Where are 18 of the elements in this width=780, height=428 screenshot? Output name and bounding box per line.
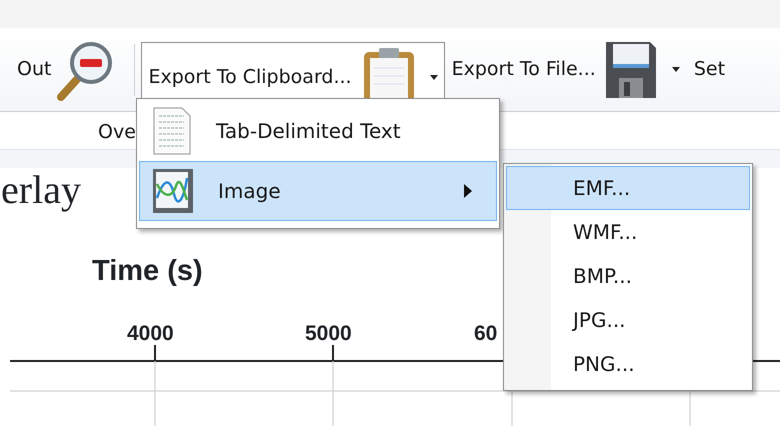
submenu-item[interactable]: PNG...	[506, 342, 750, 386]
menu-item[interactable]: Image	[139, 161, 497, 221]
tick-label: 4000	[127, 321, 174, 347]
submenu-item[interactable]: BMP...	[506, 254, 750, 298]
toolbar-button[interactable]: Out	[10, 36, 128, 104]
chart-image-icon	[152, 168, 194, 214]
floppy-icon	[604, 40, 658, 100]
group-label: Ove	[98, 120, 136, 145]
tick-label: 60	[474, 321, 498, 347]
submenu-item[interactable]: JPG...	[506, 298, 750, 342]
dropdown-button[interactable]: Export To File...	[444, 36, 687, 104]
submenu-item[interactable]: EMF...	[506, 166, 750, 210]
chart-title: erlay	[1, 168, 81, 212]
toolbar-button[interactable]: Set	[686, 36, 732, 104]
axis-title: Time (s)	[92, 254, 203, 289]
document-icon	[152, 106, 192, 156]
tick-label: 5000	[305, 321, 352, 347]
submenu-item[interactable]: WMF...	[506, 210, 750, 254]
